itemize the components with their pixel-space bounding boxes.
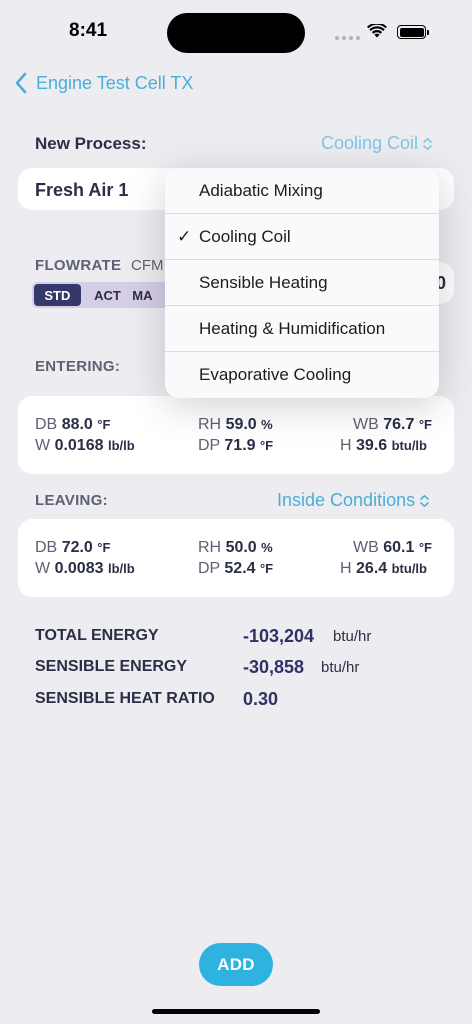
battery-icon: [397, 25, 429, 39]
shr-label: SENSIBLE HEAT RATIO: [35, 690, 215, 707]
leaving-conditions-card[interactable]: DB 72.0 °F RH 50.0 % WB 60.1 °F W 0.0083…: [18, 519, 454, 597]
dynamic-island: [167, 13, 305, 53]
up-down-chevron-icon: [420, 494, 429, 507]
checkmark-icon: ✓: [177, 227, 192, 246]
flowrate-mode-segmented-control: STD ACT MA: [32, 282, 172, 308]
process-type-value: Cooling Coil: [321, 133, 419, 153]
menu-item-sensible-heating[interactable]: Sensible Heating: [165, 260, 439, 306]
wifi-icon: [367, 24, 387, 38]
entering-conditions-card[interactable]: DB 88.0 °F RH 59.0 % WB 76.7 °F W 0.0168…: [18, 396, 454, 474]
status-time: 8:41: [69, 20, 108, 41]
menu-item-adiabatic-mixing[interactable]: Adiabatic Mixing: [165, 168, 439, 214]
process-type-dropdown: Adiabatic Mixing ✓ Cooling Coil Sensible…: [165, 168, 439, 398]
source-air-name: Fresh Air 1: [35, 180, 129, 200]
up-down-chevron-icon: [423, 137, 432, 150]
leaving-rh: RH 50.0 %: [198, 539, 273, 556]
entering-h: H 39.6 btu/lb: [340, 437, 427, 454]
menu-item-heating-humidification[interactable]: Heating & Humidification: [165, 306, 439, 352]
sensible-energy-unit: btu/hr: [321, 659, 360, 676]
leaving-wb: WB 60.1 °F: [353, 539, 432, 556]
leaving-conditions-select[interactable]: Inside Conditions: [277, 490, 430, 511]
entering-wb: WB 76.7 °F: [353, 416, 432, 433]
leaving-dp: DP 52.4 °F: [198, 560, 274, 577]
back-label: Engine Test Cell TX: [36, 72, 194, 93]
menu-item-evaporative-cooling[interactable]: Evaporative Cooling: [165, 352, 439, 398]
process-type-select[interactable]: Cooling Coil: [321, 133, 433, 154]
flowrate-label: FLOWRATE: [35, 257, 122, 274]
flowrate-unit: CFM: [131, 257, 164, 274]
home-indicator: [152, 1009, 320, 1014]
add-button[interactable]: ADD: [199, 943, 273, 986]
entering-dp: DP 71.9 °F: [198, 437, 274, 454]
entering-label: ENTERING:: [35, 358, 121, 375]
status-bar: 8:41: [0, 0, 472, 62]
cellular-signal-icon: [335, 36, 360, 40]
leaving-conditions-value: Inside Conditions: [277, 490, 416, 510]
menu-item-label: Cooling Coil: [199, 226, 291, 246]
total-energy-label: TOTAL ENERGY: [35, 627, 159, 644]
segment-std[interactable]: STD: [34, 284, 81, 306]
leaving-db: DB 72.0 °F: [35, 539, 111, 556]
entering-rh: RH 59.0 %: [198, 416, 273, 433]
new-process-label: New Process:: [35, 134, 147, 153]
back-chevron-icon: [15, 72, 27, 94]
shr-value: 0.30: [243, 689, 279, 709]
back-button[interactable]: Engine Test Cell TX: [14, 72, 193, 94]
leaving-label: LEAVING:: [35, 492, 108, 509]
leaving-h: H 26.4 btu/lb: [340, 560, 427, 577]
total-energy-unit: btu/hr: [333, 628, 372, 645]
menu-item-cooling-coil[interactable]: ✓ Cooling Coil: [165, 214, 439, 260]
sensible-energy-value: -30,858: [243, 657, 305, 677]
segment-act[interactable]: ACT: [83, 282, 133, 308]
total-energy-value: -103,204: [243, 626, 315, 646]
entering-w: W 0.0168 lb/lb: [35, 437, 135, 454]
leaving-w: W 0.0083 lb/lb: [35, 560, 135, 577]
sensible-energy-label: SENSIBLE ENERGY: [35, 658, 188, 675]
entering-db: DB 88.0 °F: [35, 416, 111, 433]
